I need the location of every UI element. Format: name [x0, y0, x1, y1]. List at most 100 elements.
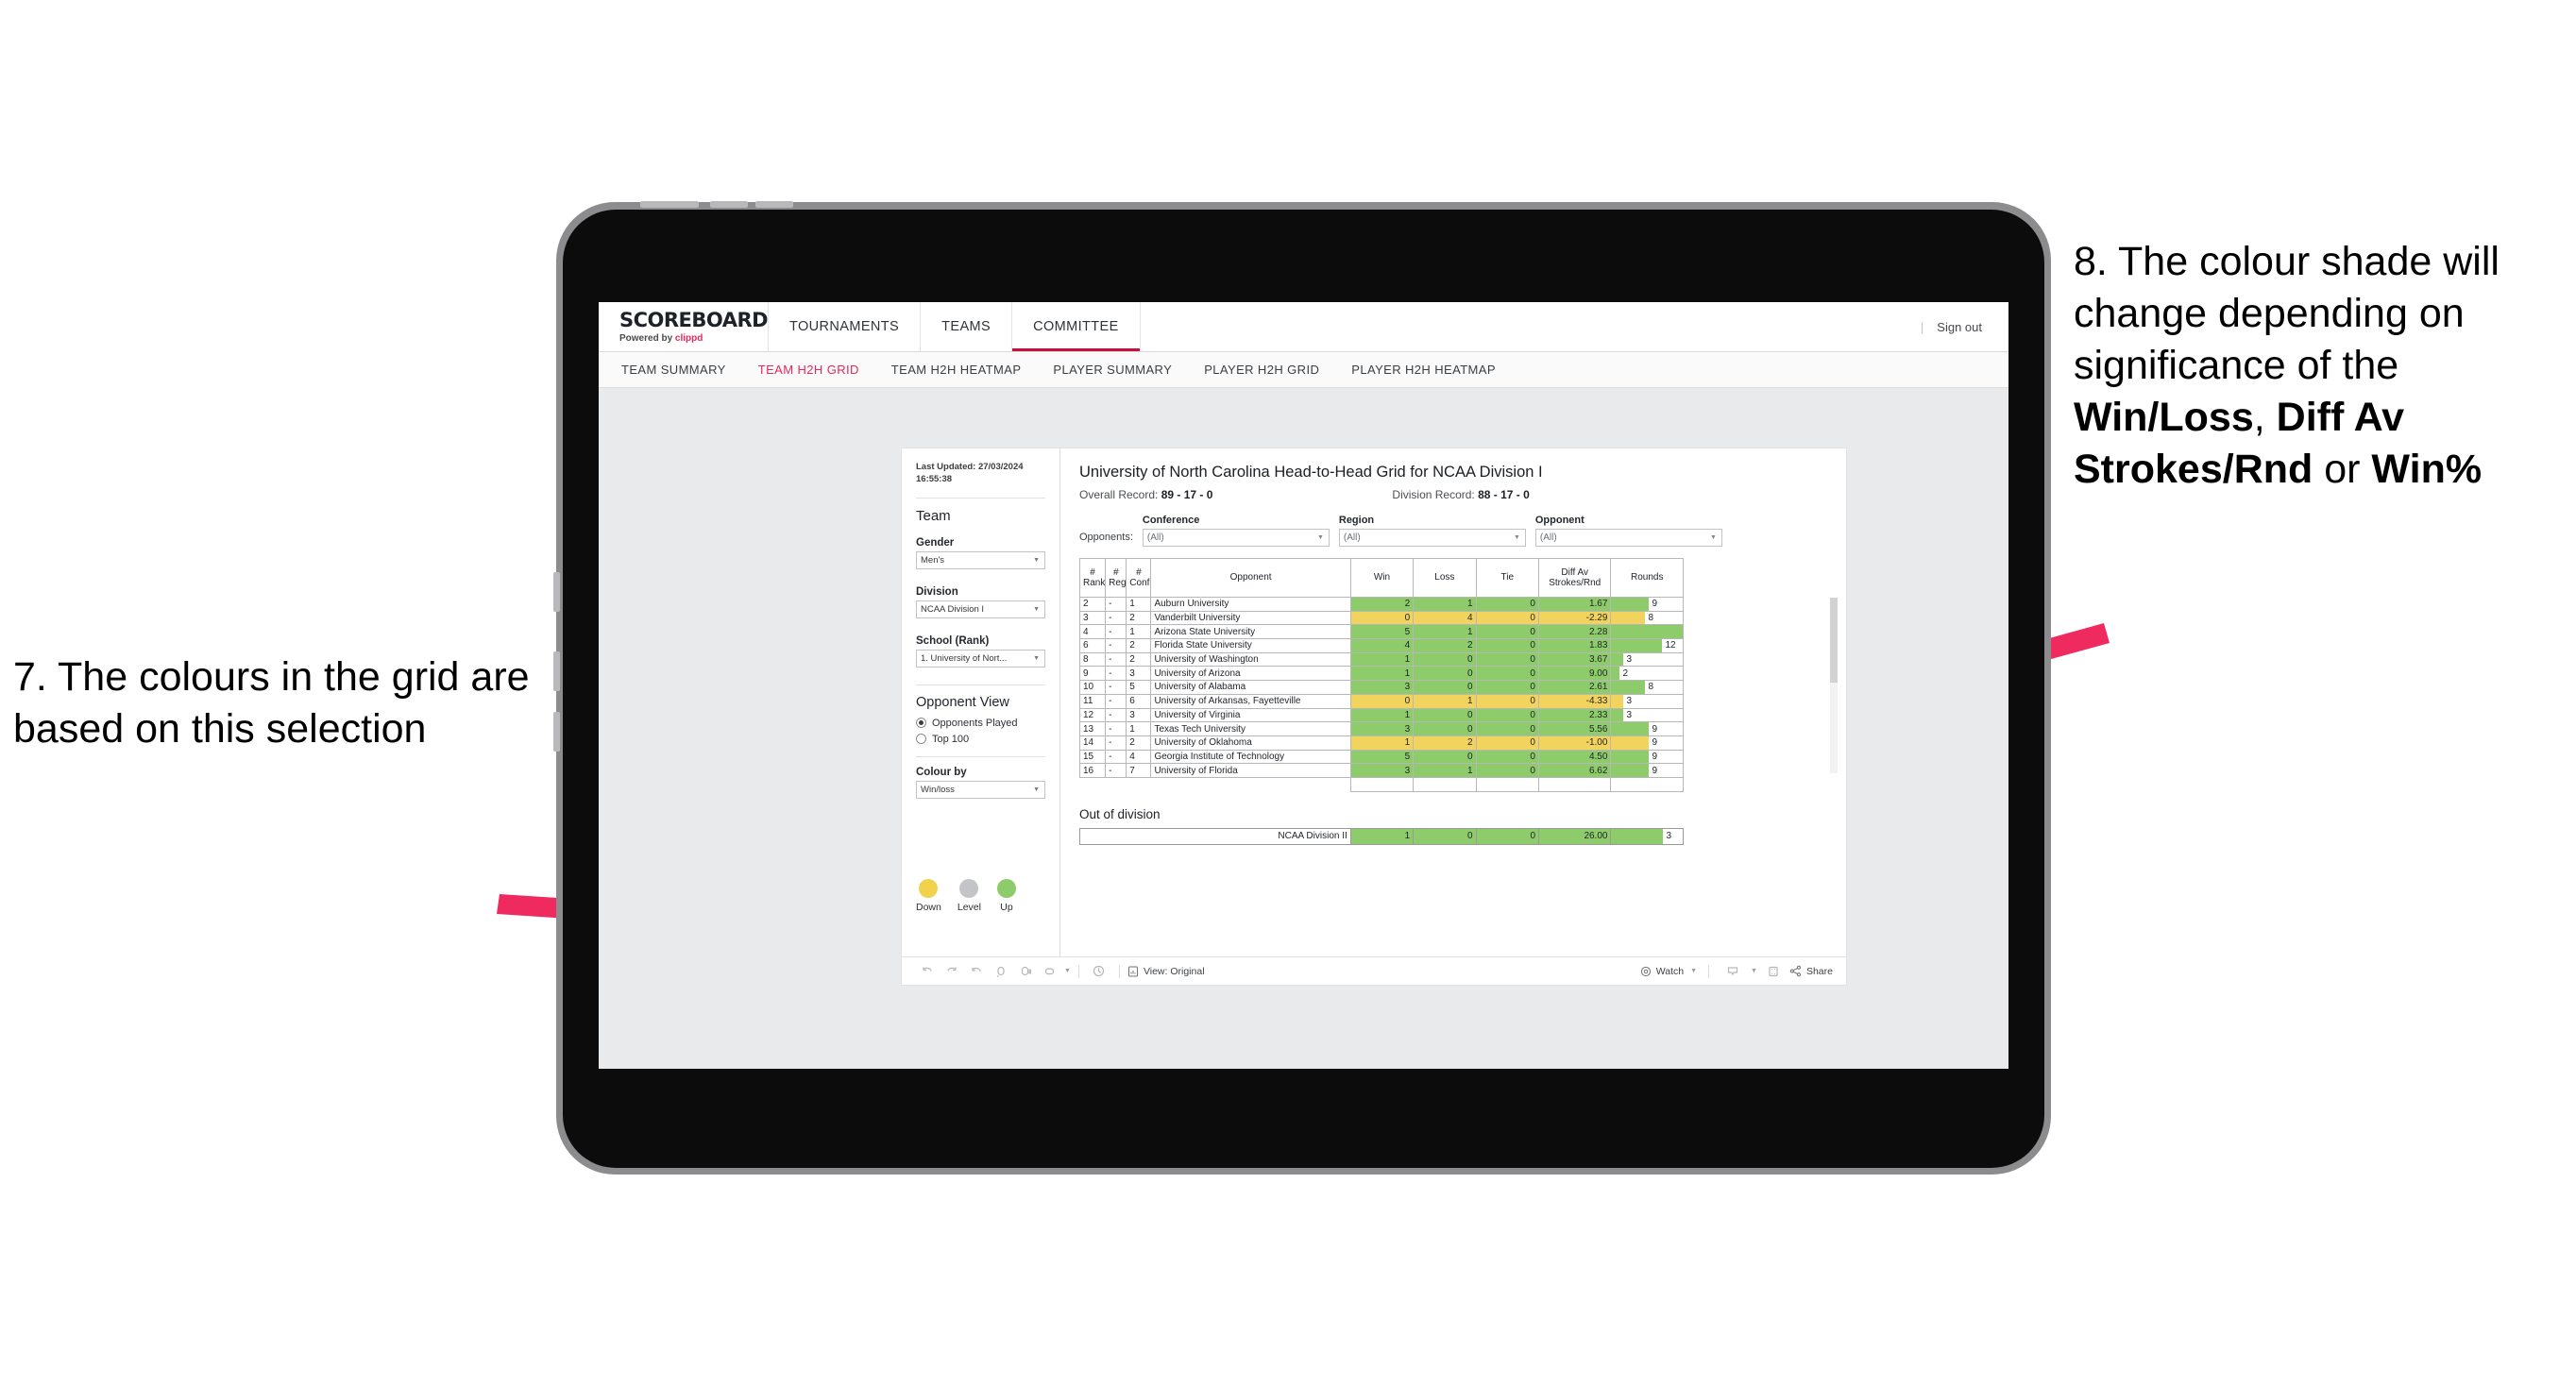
- subnav-player-h2h-heatmap[interactable]: PLAYER H2H HEATMAP: [1351, 363, 1496, 377]
- table-row[interactable]: 4-1Arizona State University5102.2817: [1078, 624, 1684, 640]
- cell-tie: 0: [1475, 624, 1539, 640]
- annotation-8-bold-winpct: Win%: [2371, 447, 2483, 493]
- h2h-grid-header-row: # Rank # Reg # Conf Opponent Win Loss Tie D…: [1078, 558, 1684, 598]
- conference-filter-caption: Conference: [1142, 515, 1200, 526]
- table-row[interactable]: 14-2 University of Oklahoma 1 2 0 -1.00 9: [1078, 735, 1684, 751]
- secondary-nav: TEAM SUMMARY TEAM H2H GRID TEAM H2H HEAT…: [599, 352, 2008, 388]
- nav-teams[interactable]: TEAMS: [921, 302, 1013, 351]
- col-conf: # Conf: [1126, 558, 1152, 598]
- cell-tie: 0: [1475, 651, 1539, 668]
- subnav-player-summary[interactable]: PLAYER SUMMARY: [1053, 363, 1172, 377]
- table-row[interactable]: 13-1 Texas Tech University 3 0 0 5.56 9: [1078, 721, 1684, 736]
- subnav-team-h2h-grid[interactable]: TEAM H2H GRID: [758, 363, 859, 377]
- legend-dot-down: [919, 879, 939, 898]
- cell-loss: 0: [1413, 707, 1477, 723]
- record-row: Overall Record: 89 - 17 - 0 Division Rec…: [1079, 488, 1829, 501]
- cell-conf: 3: [1126, 707, 1152, 723]
- cell-rank: 15: [1078, 749, 1107, 765]
- cell-rank: 10: [1078, 680, 1107, 695]
- annotation-8-bold-winloss: Win/Loss: [2074, 395, 2254, 441]
- last-updated-text: Last Updated: 27/03/2024 16:55:38: [916, 462, 1024, 484]
- refresh-icon[interactable]: [989, 961, 1013, 982]
- cell-win: 0: [1349, 693, 1415, 709]
- cell-diff-av: 4.50: [1537, 749, 1612, 765]
- download-icon[interactable]: [1720, 961, 1745, 982]
- col-rank-l2: Rank: [1083, 578, 1106, 588]
- cell-diff-av: 9.00: [1537, 666, 1612, 682]
- cell-diff-av: 2.28: [1537, 624, 1612, 640]
- view-original-button[interactable]: View: Original: [1127, 966, 1205, 977]
- cell-win: 3: [1349, 721, 1415, 736]
- table-row[interactable]: 8-2 University of Washington 1 0 0 3.67 3: [1078, 651, 1684, 668]
- pause-auto-update-icon[interactable]: [1087, 961, 1111, 982]
- cell-loss: 1: [1413, 693, 1477, 709]
- colour-by-select[interactable]: Win/loss ▼: [916, 780, 1045, 799]
- nav-tournaments[interactable]: TOURNAMENTS: [769, 302, 922, 351]
- school-rank-value: 1. University of Nort...: [921, 652, 1008, 664]
- table-row[interactable]: 15-4 Georgia Institute of Technology 5 0 0 4.…: [1078, 749, 1684, 765]
- cell-loss: 1: [1413, 597, 1477, 612]
- cell-tie: 0: [1475, 680, 1539, 695]
- radio-selected-icon: [916, 718, 926, 729]
- rounds-value: 8: [1648, 613, 1653, 624]
- subnav-team-summary[interactable]: TEAM SUMMARY: [621, 363, 726, 377]
- col-win: Win: [1349, 558, 1415, 598]
- cell-rank: 3: [1078, 610, 1107, 626]
- cell-diff-av: 1.67: [1537, 597, 1612, 612]
- cell-win: 1: [1349, 735, 1415, 751]
- cell-rounds: 9: [1610, 597, 1684, 612]
- subnav-player-h2h-grid[interactable]: PLAYER H2H GRID: [1204, 363, 1319, 377]
- col-diff-l2: Strokes/Rnd: [1549, 578, 1602, 588]
- division-select[interactable]: NCAA Division I ▼: [916, 600, 1045, 618]
- radio-top-100[interactable]: Top 100: [916, 734, 1045, 745]
- subnav-team-h2h-heatmap[interactable]: TEAM H2H HEATMAP: [891, 363, 1022, 377]
- school-rank-select[interactable]: 1. University of Nort... ▼: [916, 649, 1045, 668]
- legend-item-level: Level: [958, 879, 981, 913]
- undo-icon[interactable]: [915, 961, 940, 982]
- cell-rank: 12: [1078, 707, 1107, 723]
- revert-icon[interactable]: [964, 961, 989, 982]
- download-chevron-down-icon[interactable]: ▼: [1751, 968, 1757, 974]
- device-layout-icon[interactable]: [1038, 961, 1062, 982]
- cell-loss: 1: [1413, 763, 1477, 778]
- table-row[interactable]: 2-1 Auburn University 2 1 0 1.67 9: [1078, 597, 1684, 612]
- table-row[interactable]: 6-2 Florida State University 4 2 0 1.83 12: [1078, 638, 1684, 653]
- watch-button[interactable]: Watch ▼: [1640, 966, 1697, 977]
- cell-tie: 0: [1475, 638, 1539, 653]
- app-top-bar: SCOREBOARD Powered by clippd TOURNAMENTS…: [599, 302, 2008, 352]
- cell-tie: 0: [1475, 721, 1539, 736]
- fullscreen-icon[interactable]: [1761, 961, 1786, 982]
- table-row[interactable]: 12-3 University of Virginia 1 0 0 2.33 3: [1078, 707, 1684, 723]
- cell-win: 3: [1349, 680, 1415, 695]
- cell-conf: 3: [1126, 666, 1152, 682]
- table-row[interactable]: 11-6 University of Arkansas, Fayetteville…: [1078, 693, 1684, 709]
- layout-chevron-down-icon[interactable]: ▼: [1064, 968, 1071, 974]
- rounds-value: 3: [1626, 654, 1632, 666]
- pause-icon[interactable]: [1013, 961, 1038, 982]
- cell-conf: 6: [1126, 693, 1152, 709]
- opponent-filter-select[interactable]: (All) ▼: [1534, 529, 1722, 547]
- cell-tie: 0: [1475, 749, 1539, 765]
- share-button[interactable]: Share: [1789, 965, 1833, 977]
- cell-rounds: 12: [1610, 638, 1684, 653]
- annotation-7-text: 7. The colours in the grid are based on …: [13, 654, 530, 752]
- sign-out-link[interactable]: Sign out: [1937, 320, 1982, 334]
- cell-rounds: 8: [1610, 610, 1684, 626]
- radio-opponents-played[interactable]: Opponents Played: [916, 718, 1045, 729]
- radio-top-100-label: Top 100: [932, 733, 970, 745]
- table-row[interactable]: 3-2 Vanderbilt University 0 4 0 -2.29 8: [1078, 610, 1684, 626]
- region-filter-select[interactable]: (All) ▼: [1338, 529, 1526, 547]
- school-rank-label: School (Rank): [916, 634, 990, 647]
- table-row[interactable]: 10-5 University of Alabama 3 0 0 2.61 8: [1078, 680, 1684, 695]
- grid-scrollbar-thumb[interactable]: [1830, 598, 1838, 683]
- team-heading: Team: [916, 507, 951, 524]
- table-row[interactable]: 9-3 University of Arizona 1 0 0 9.00 2: [1078, 666, 1684, 682]
- cell-tie: 0: [1475, 597, 1539, 612]
- redo-icon[interactable]: [940, 961, 964, 982]
- out-of-division-row[interactable]: NCAA Division II 1 0 0 26.00 3: [1079, 827, 1684, 845]
- nav-committee[interactable]: COMMITTEE: [1012, 302, 1141, 351]
- gender-select[interactable]: Men's ▼: [916, 550, 1045, 569]
- table-row[interactable]: 16-7 University of Florida 3 1 0 6.62 9: [1078, 763, 1684, 778]
- conference-filter-select[interactable]: (All) ▼: [1142, 529, 1330, 547]
- cell-conf: 2: [1126, 651, 1152, 668]
